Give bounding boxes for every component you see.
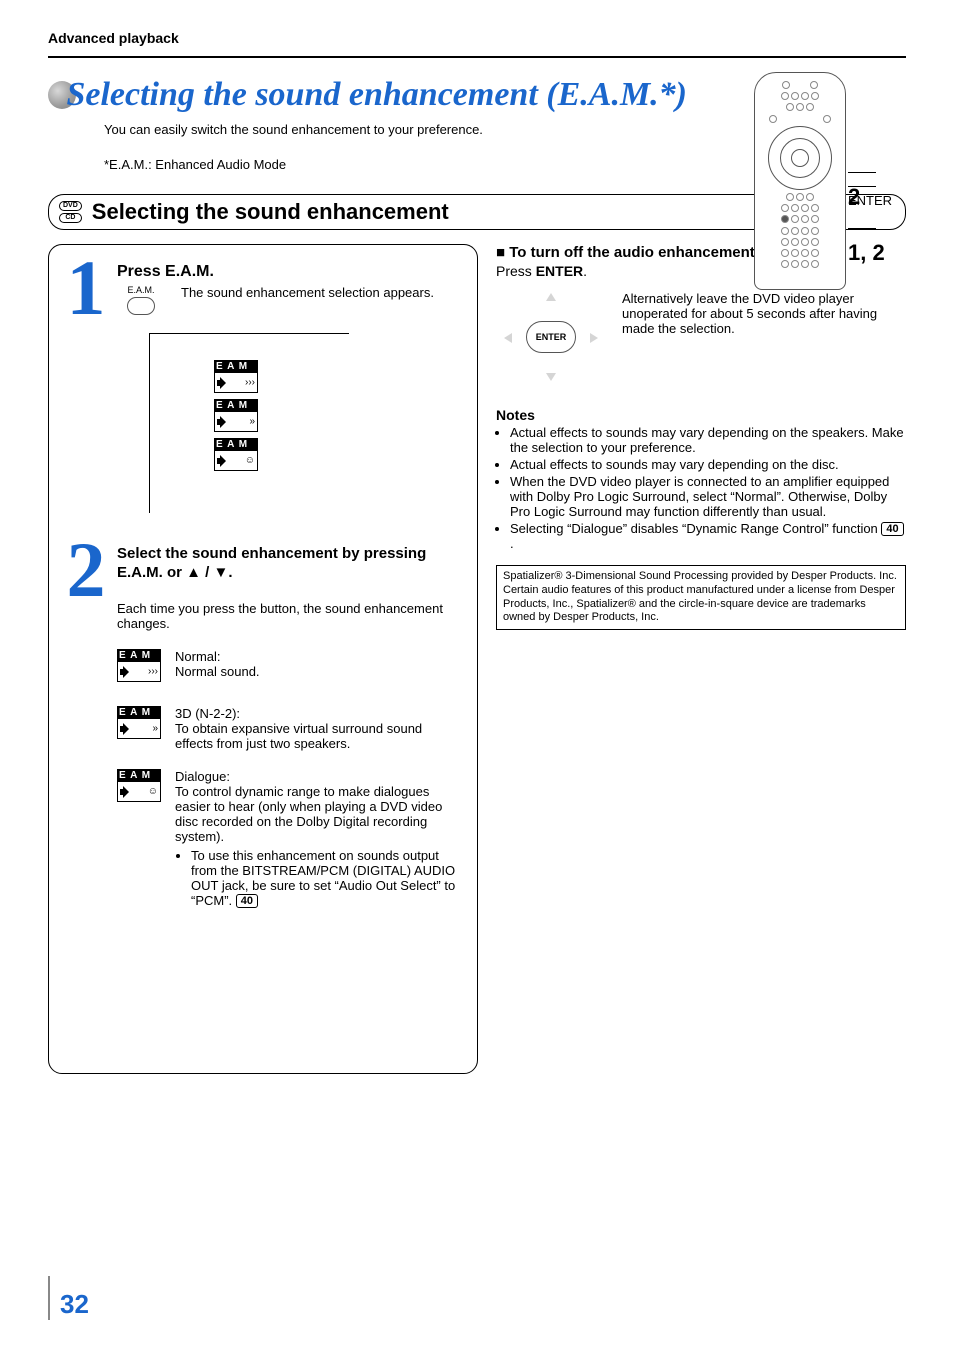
divider — [48, 56, 906, 58]
enter-alt-text: Alternatively leave the DVD video player… — [622, 291, 906, 336]
remote-callout-12-text: 1, 2 — [848, 240, 885, 265]
note-item: When the DVD video player is connected t… — [510, 474, 906, 519]
mode-desc: To obtain expansive virtual surround sou… — [175, 721, 463, 751]
step-1-number: 1 — [63, 257, 109, 319]
mode-row-normal: E A M ››› Normal: Normal sound. — [117, 649, 463, 688]
step-2: 2 Select the sound enhancement by pressi… — [63, 539, 463, 908]
mode-desc: Normal sound. — [175, 664, 463, 679]
right-column: ■ To turn off the audio enhancement sele… — [496, 244, 906, 1074]
eam-button-label: E.A.M. — [113, 285, 169, 295]
step-1-heading: Press E.A.M. — [117, 257, 463, 281]
remote-body-icon — [754, 72, 846, 290]
note-dialogue-text: Selecting “Dialogue” disables “Dynamic R… — [510, 521, 881, 536]
steps-box: 1 Press E.A.M. E.A.M. The sound enhancem… — [48, 244, 478, 1074]
mode-title: Dialogue: — [175, 769, 463, 784]
step-1: 1 Press E.A.M. E.A.M. The sound enhancem… — [63, 257, 463, 513]
disc-cd-badge: CD — [59, 213, 82, 223]
eam-mode-icon: E A M » — [117, 706, 161, 745]
notes-list: Actual effects to sounds may vary depend… — [496, 425, 906, 551]
step-2-heading: Select the sound enhancement by pressing… — [117, 539, 463, 583]
remote-callout-12: 1, 2 — [848, 214, 894, 266]
note-item: Actual effects to sounds may vary depend… — [510, 457, 906, 472]
eam-mode-icon: E A M ☺ — [214, 438, 258, 471]
remote-callout-enter: ENTER — [848, 178, 894, 208]
notes-heading: Notes — [496, 407, 906, 423]
page-ref: 40 — [881, 522, 903, 536]
enter-button-icon: ENTER — [526, 321, 576, 353]
step-2-text: Each time you press the button, the soun… — [117, 601, 463, 631]
turnoff-sub-pre: Press — [496, 263, 536, 279]
arrowpad-icon: ENTER — [496, 291, 606, 383]
eam-mode-icon: E A M » — [214, 399, 258, 432]
section-bar-title: Selecting the sound enhancement — [92, 199, 449, 225]
step-1-text: The sound enhancement selection appears. — [181, 285, 463, 315]
eam-mode-icon: E A M ››› — [117, 649, 161, 682]
eam-icon-label: E A M — [214, 360, 258, 373]
eam-icon-label: E A M — [117, 706, 161, 719]
mode-bullet-text: To use this enhancement on sounds output… — [191, 848, 455, 908]
section-header: Advanced playback — [48, 30, 906, 46]
navpad-icon — [768, 126, 832, 190]
mode-row-3d: E A M » 3D (N-2-2): To obtain expansive … — [117, 706, 463, 751]
legal-box: Spatializer® 3-Dimensional Sound Process… — [496, 565, 906, 630]
eam-icon-label: E A M — [214, 438, 258, 451]
remote-diagram: 2 ENTER 1, 2 — [754, 72, 894, 290]
page-title: Selecting the sound enhancement (E.A.M.*… — [66, 76, 687, 113]
note-item: Selecting “Dialogue” disables “Dynamic R… — [510, 521, 906, 551]
eam-icon-label: E A M — [214, 399, 258, 412]
eam-button-icon: E.A.M. — [113, 285, 169, 315]
note-item: Actual effects to sounds may vary depend… — [510, 425, 906, 455]
page-ref: 40 — [236, 894, 258, 908]
page-number: 32 — [48, 1276, 89, 1320]
eam-icon-label: E A M — [117, 769, 161, 782]
turnoff-sub-bold: ENTER — [536, 263, 583, 279]
disc-dvd-badge: DVD — [59, 201, 82, 211]
mode-title: Normal: — [175, 649, 463, 664]
eam-mode-icon: E A M ☺ — [117, 769, 161, 902]
remote-callout-enter-text: ENTER — [848, 193, 892, 208]
eam-icon-label: E A M — [117, 649, 161, 662]
mode-title: 3D (N-2-2): — [175, 706, 463, 721]
mode-desc: To control dynamic range to make dialogu… — [175, 784, 463, 844]
mode-row-dialogue: E A M ☺ Dialogue: To control dynamic ran… — [117, 769, 463, 908]
mode-bullet: To use this enhancement on sounds output… — [191, 848, 463, 908]
step-2-number: 2 — [63, 539, 109, 601]
osd-preview: E A M ››› E A M » E A M ☺ — [149, 333, 349, 513]
eam-mode-icon: E A M ››› — [214, 360, 258, 393]
